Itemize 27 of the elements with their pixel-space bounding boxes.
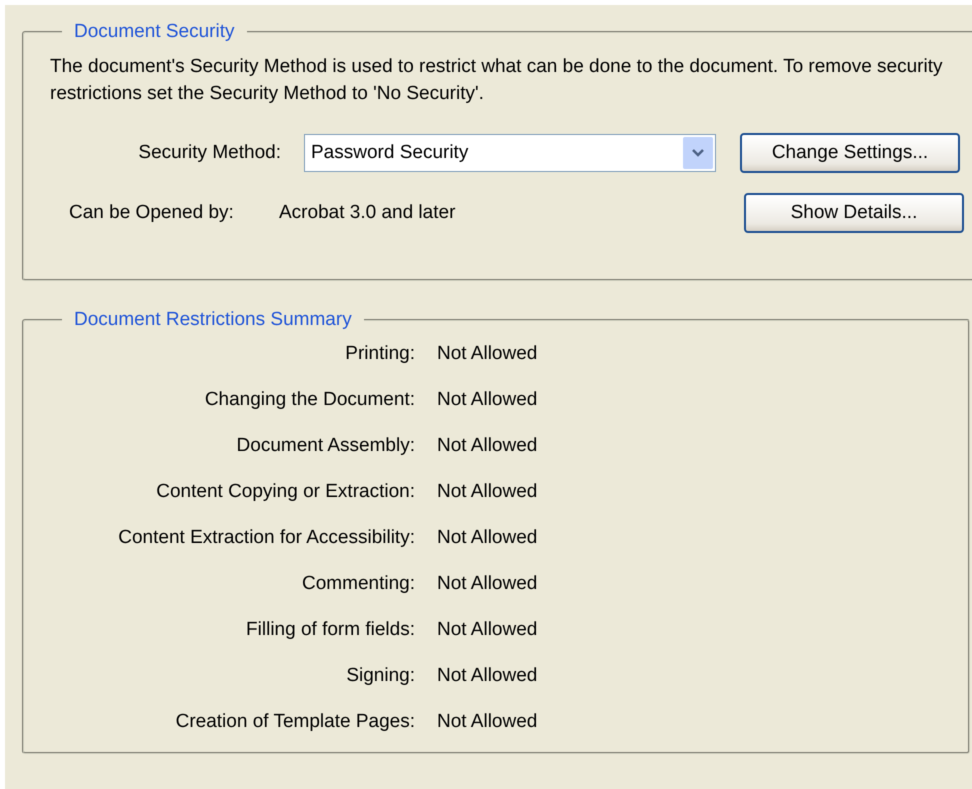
restriction-label: Changing the Document: — [204, 389, 415, 411]
restriction-label: Document Assembly: — [236, 435, 415, 457]
restriction-value: Not Allowed — [437, 527, 538, 549]
restriction-label: Printing: — [344, 343, 415, 365]
description-text: The document's Security Method is used to restrict what can be done to the document. To remove security restrictions set the Security Method to 'No Security'. — [50, 55, 944, 106]
restriction-value: Not Allowed — [437, 343, 538, 365]
change-settings-button[interactable]: Change Settings... — [740, 133, 960, 173]
restriction-value: Not Allowed — [437, 389, 538, 411]
restriction-value: Not Allowed — [437, 435, 538, 457]
group-title: Document Security — [73, 21, 236, 43]
restriction-label: Creation of Template Pages: — [174, 711, 415, 733]
show-details-button[interactable]: Show Details... — [744, 193, 964, 233]
restriction-value: Not Allowed — [437, 619, 538, 641]
field-label: Can be Opened by: — [69, 202, 235, 224]
restriction-value: Not Allowed — [437, 665, 538, 687]
security-method-dropdown[interactable]: Password Security — [304, 134, 716, 172]
restriction-value: Not Allowed — [437, 481, 538, 503]
restriction-label: Content Copying or Extraction: — [155, 481, 415, 503]
restriction-label: Content Extraction for Accessibility: — [117, 527, 415, 549]
field-label: Security Method: — [137, 142, 281, 164]
group-title: Document Restrictions Summary — [73, 309, 353, 331]
restriction-label: Filling of form fields: — [245, 619, 415, 641]
restriction-value: Not Allowed — [437, 573, 538, 595]
restriction-value: Not Allowed — [437, 711, 538, 733]
restriction-label: Signing: — [345, 665, 415, 687]
field-value: Acrobat 3.0 and later — [279, 202, 456, 224]
restriction-label: Commenting: — [301, 573, 415, 595]
